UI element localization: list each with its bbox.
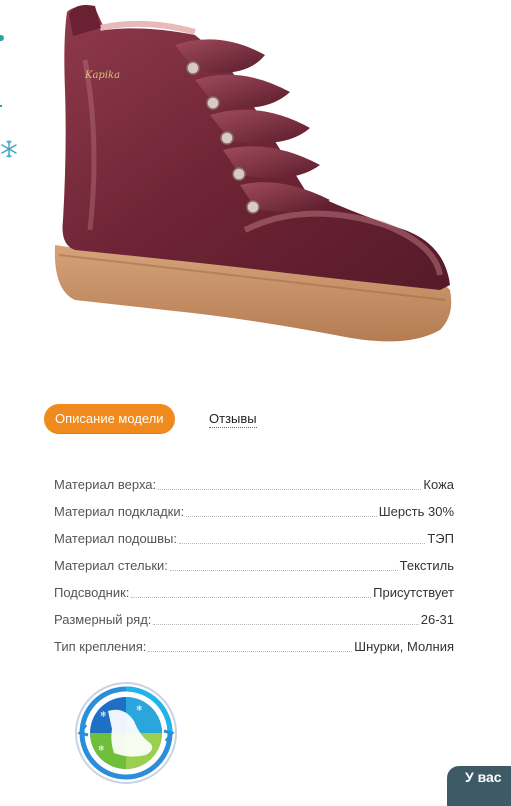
spec-leader — [153, 624, 419, 625]
snowflake-icon — [1, 140, 17, 158]
svg-text:❄: ❄ — [98, 744, 105, 753]
edge-marker — [0, 105, 2, 107]
svg-text:❄: ❄ — [100, 710, 107, 719]
spec-row: Подсводник: Присутствует — [54, 574, 454, 601]
left-edge-decorations — [0, 0, 20, 170]
spec-row: Материал верха: Кожа — [54, 466, 454, 493]
spec-leader — [178, 543, 426, 544]
spec-name: Материал стельки: — [54, 558, 168, 573]
spec-leader — [158, 489, 422, 490]
spec-value: Присутствует — [373, 585, 454, 600]
climate-control-foot-icon: ❄ ❄ ❄ — [75, 682, 177, 784]
spec-value: Шерсть 30% — [378, 504, 454, 519]
edge-marker — [0, 35, 4, 41]
spec-name: Материал верха: — [54, 477, 157, 492]
product-image-boot[interactable]: Kapika — [45, 0, 465, 360]
spec-leader — [131, 597, 372, 598]
tab-description[interactable]: Описание модели — [44, 404, 175, 434]
tab-reviews[interactable]: Отзывы — [209, 411, 257, 428]
spec-row: Размерный ряд: 26-31 — [54, 601, 454, 628]
spec-leader — [186, 516, 377, 517]
spec-row: Материал подкладки: Шерсть 30% — [54, 493, 454, 520]
spec-row: Тип крепления: Шнурки, Молния — [54, 628, 454, 655]
spec-name: Подсводник: — [54, 585, 130, 600]
spec-leader — [169, 570, 398, 571]
spec-row: Материал подошвы: ТЭП — [54, 520, 454, 547]
spec-name: Тип крепления: — [54, 639, 147, 654]
svg-text:❄: ❄ — [136, 704, 143, 713]
spec-name: Материал подкладки: — [54, 504, 185, 519]
spec-row: Материал стельки: Текстиль — [54, 547, 454, 574]
spec-value: 26-31 — [420, 612, 454, 627]
svg-text:Kapika: Kapika — [84, 70, 120, 81]
spec-name: Материал подошвы: — [54, 531, 177, 546]
specs-list: Материал верха: Кожа Материал подкладки:… — [54, 466, 454, 655]
spec-leader — [148, 651, 353, 652]
spec-value: ТЭП — [427, 531, 454, 546]
spec-value: Кожа — [423, 477, 454, 492]
promo-tab[interactable]: У вас — [447, 766, 511, 806]
spec-value: Шнурки, Молния — [354, 639, 454, 654]
spec-name: Размерный ряд: — [54, 612, 152, 627]
spec-value: Текстиль — [399, 558, 454, 573]
